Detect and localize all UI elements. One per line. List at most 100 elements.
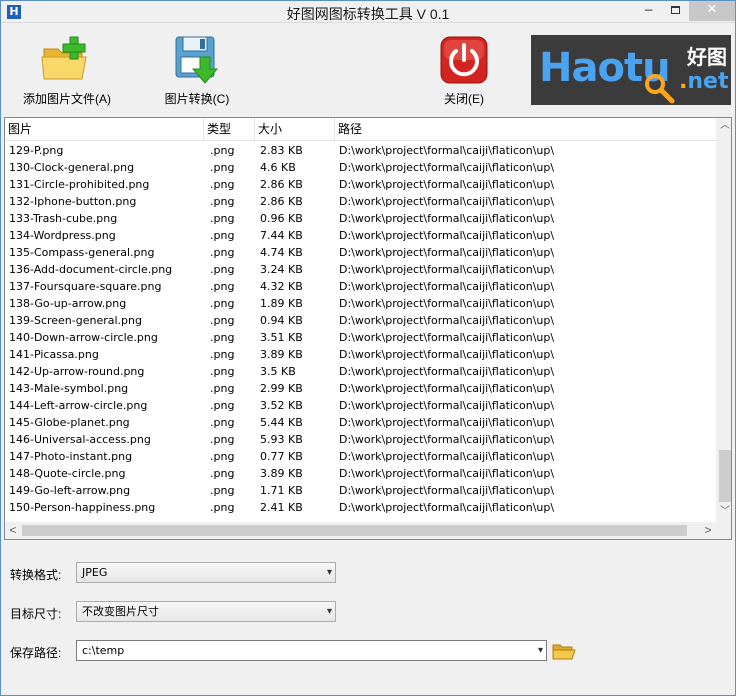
table-row[interactable]: 142-Up-arrow-round.png .png 3.5 KB D:\work\…: [5, 363, 716, 380]
cell-type: .png: [210, 178, 235, 191]
cell-type: .png: [210, 365, 235, 378]
table-row[interactable]: 141-Picassa.png .png 3.89 KB D:\work\projec…: [5, 346, 716, 363]
maximize-button[interactable]: [662, 1, 689, 21]
browse-folder-icon[interactable]: [552, 642, 576, 660]
size-label: 目标尺寸:: [10, 607, 62, 621]
cell-size: 2.41 KB: [260, 501, 303, 514]
vertical-scrollbar[interactable]: ︿ ﹀: [716, 118, 731, 522]
table-row[interactable]: 129-P.png .png 2.83 KB D:\work\project\form…: [5, 142, 716, 159]
cell-path: D:\work\project\formal\caiji\flaticon\up…: [339, 229, 555, 242]
cell-size: 3.5 KB: [260, 365, 296, 378]
table-row[interactable]: 147-Photo-instant.png .png 0.77 KB D:\work\…: [5, 448, 716, 465]
cell-name: 145-Globe-planet.png: [9, 416, 130, 429]
cell-type: .png: [210, 484, 235, 497]
magnifier-icon: [645, 74, 675, 104]
table-row[interactable]: 135-Compass-general.png .png 4.74 KB D:\wor…: [5, 244, 716, 261]
cell-type: .png: [210, 399, 235, 412]
cell-size: 4.32 KB: [260, 280, 303, 293]
cell-path: D:\work\project\formal\caiji\flaticon\up…: [339, 484, 555, 497]
size-select[interactable]: 不改变图片尺寸 ▾: [76, 601, 336, 622]
cell-path: D:\work\project\formal\caiji\flaticon\up…: [339, 178, 555, 191]
table-row[interactable]: 131-Circle-prohibited.png .png 2.86 KB D:\w…: [5, 176, 716, 193]
table-row[interactable]: 148-Quote-circle.png .png 3.89 KB D:\work\p…: [5, 465, 716, 482]
cell-name: 147-Photo-instant.png: [9, 450, 133, 463]
column-header-path[interactable]: 路径: [335, 118, 716, 141]
cell-size: 5.93 KB: [260, 433, 303, 446]
list-header: 图片 类型 大小 路径: [5, 118, 716, 141]
scroll-right-icon[interactable]: >: [700, 522, 716, 539]
cell-size: 5.44 KB: [260, 416, 303, 429]
cell-type: .png: [210, 348, 235, 361]
cell-type: .png: [210, 263, 235, 276]
vertical-scroll-thumb[interactable]: [719, 450, 731, 502]
minimize-button[interactable]: −: [635, 1, 662, 21]
cell-name: 129-P.png: [9, 144, 64, 157]
cell-name: 133-Trash-cube.png: [9, 212, 118, 225]
cell-name: 143-Male-symbol.png: [9, 382, 129, 395]
cell-type: .png: [210, 314, 235, 327]
horizontal-scrollbar[interactable]: < >: [5, 522, 716, 539]
close-app-button[interactable]: 关闭(E): [433, 33, 495, 107]
cell-type: .png: [210, 297, 235, 310]
table-row[interactable]: 143-Male-symbol.png .png 2.99 KB D:\work\pr…: [5, 380, 716, 397]
cell-size: 3.51 KB: [260, 331, 303, 344]
table-row[interactable]: 130-Clock-general.png .png 4.6 KB D:\work\p…: [5, 159, 716, 176]
cell-size: 4.6 KB: [260, 161, 296, 174]
table-row[interactable]: 139-Screen-general.png .png 0.94 KB D:\work…: [5, 312, 716, 329]
scroll-left-icon[interactable]: <: [5, 522, 21, 539]
table-row[interactable]: 133-Trash-cube.png .png 0.96 KB D:\work\pro…: [5, 210, 716, 227]
table-row[interactable]: 145-Globe-planet.png .png 5.44 KB D:\work\p…: [5, 414, 716, 431]
cell-size: 2.99 KB: [260, 382, 303, 395]
column-header-image[interactable]: 图片: [5, 118, 204, 141]
cell-path: D:\work\project\formal\caiji\flaticon\up…: [339, 450, 555, 463]
save-path-combobox[interactable]: c:\temp ▾: [76, 640, 547, 661]
table-row[interactable]: 149-Go-left-arrow.png .png 1.71 KB D:\work\…: [5, 482, 716, 499]
table-row[interactable]: 138-Go-up-arrow.png .png 1.89 KB D:\work\pr…: [5, 295, 716, 312]
cell-path: D:\work\project\formal\caiji\flaticon\up…: [339, 314, 555, 327]
cell-type: .png: [210, 501, 235, 514]
cell-type: .png: [210, 212, 235, 225]
table-row[interactable]: 136-Add-document-circle.png .png 3.24 KB D:…: [5, 261, 716, 278]
convert-image-button[interactable]: 图片转换(C): [159, 33, 235, 107]
cell-path: D:\work\project\formal\caiji\flaticon\up…: [339, 399, 555, 412]
logo-domain-suffix: net: [687, 69, 729, 94]
table-row[interactable]: 134-Wordpress.png .png 7.44 KB D:\work\proj…: [5, 227, 716, 244]
cell-name: 144-Left-arrow-circle.png: [9, 399, 148, 412]
scroll-down-icon[interactable]: ﹀: [717, 504, 731, 520]
add-folder-icon: [40, 33, 94, 87]
format-select[interactable]: JPEG ▾: [76, 562, 336, 583]
cell-size: 0.77 KB: [260, 450, 303, 463]
cell-path: D:\work\project\formal\caiji\flaticon\up…: [339, 212, 555, 225]
list-rows: 129-P.png .png 2.83 KB D:\work\project\form…: [5, 142, 716, 518]
cell-name: 148-Quote-circle.png: [9, 467, 126, 480]
table-row[interactable]: 132-Iphone-button.png .png 2.86 KB D:\work\…: [5, 193, 716, 210]
cell-name: 149-Go-left-arrow.png: [9, 484, 131, 497]
cell-name: 142-Up-arrow-round.png: [9, 365, 145, 378]
close-icon: ✕: [706, 2, 718, 17]
table-row[interactable]: 137-Foursquare-square.png .png 4.32 KB D:\w…: [5, 278, 716, 295]
add-image-file-button[interactable]: 添加图片文件(A): [21, 33, 113, 107]
column-header-size[interactable]: 大小: [255, 118, 335, 141]
table-row[interactable]: 144-Left-arrow-circle.png .png 3.52 KB D:\w…: [5, 397, 716, 414]
cell-type: .png: [210, 195, 235, 208]
power-icon: [437, 33, 491, 87]
logo-domain-text: .net: [679, 69, 728, 94]
table-row[interactable]: 146-Universal-access.png .png 5.93 KB D:\wo…: [5, 431, 716, 448]
cell-name: 131-Circle-prohibited.png: [9, 178, 150, 191]
cell-size: 1.89 KB: [260, 297, 303, 310]
cell-name: 130-Clock-general.png: [9, 161, 135, 174]
cell-size: 0.96 KB: [260, 212, 303, 225]
image-list[interactable]: 图片 类型 大小 路径 129-P.png .png 2.83 KB D:\work\…: [4, 117, 732, 540]
cell-path: D:\work\project\formal\caiji\flaticon\up…: [339, 382, 555, 395]
scroll-up-icon[interactable]: ︿: [717, 118, 731, 134]
scrollbar-corner: [716, 522, 731, 539]
window-close-button[interactable]: ✕: [689, 1, 735, 21]
horizontal-scroll-thumb[interactable]: [22, 525, 687, 536]
table-row[interactable]: 150-Person-happiness.png .png 2.41 KB D:\wo…: [5, 499, 716, 516]
column-header-type[interactable]: 类型: [204, 118, 255, 141]
cell-size: 2.86 KB: [260, 178, 303, 191]
cell-size: 7.44 KB: [260, 229, 303, 242]
table-row[interactable]: 140-Down-arrow-circle.png .png 3.51 KB D:\w…: [5, 329, 716, 346]
cell-size: 3.52 KB: [260, 399, 303, 412]
cell-size: 4.74 KB: [260, 246, 303, 259]
